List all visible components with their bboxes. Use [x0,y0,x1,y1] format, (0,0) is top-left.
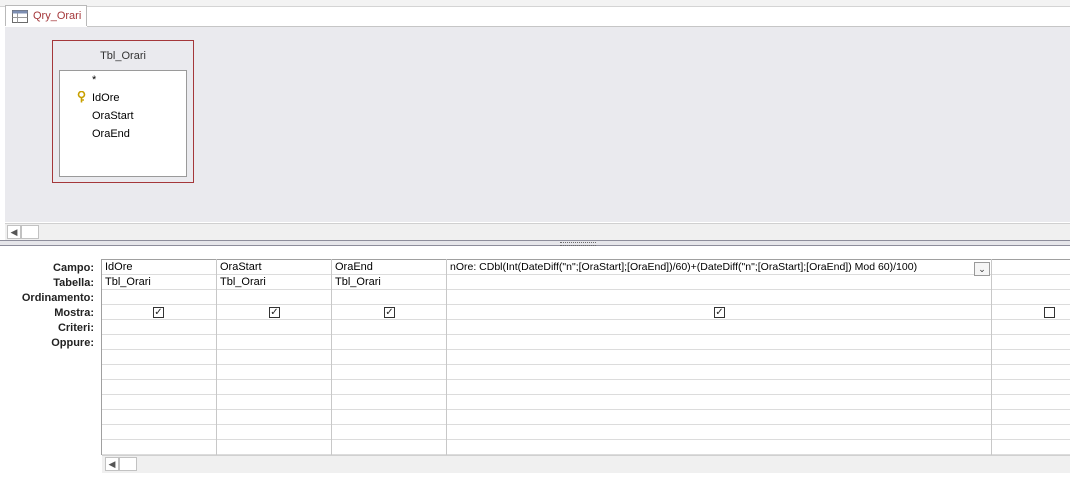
column-divider[interactable] [331,259,332,455]
grid-line [102,379,1070,380]
field-cell[interactable]: OraEnd [335,261,373,273]
tab-label: Qry_Orari [33,10,82,22]
row-label-campo: Campo: [53,262,94,274]
field-item-all[interactable]: * [92,74,96,86]
primary-key-icon [77,90,86,106]
field-item-orastart[interactable]: OraStart [92,110,134,122]
field-item-oraend[interactable]: OraEnd [92,128,130,140]
field-cell[interactable]: OraStart [220,261,262,273]
chevron-down-icon[interactable]: ⌄ [974,262,990,276]
grid-line [102,409,1070,410]
column-divider[interactable] [216,259,217,455]
design-pane-scrollbar[interactable]: ◀ [5,223,1070,241]
show-checkbox[interactable]: ✓ [153,307,164,318]
splitter-grip-icon[interactable] [560,242,596,246]
field-item-idore[interactable]: IdOre [92,92,120,104]
table-cell[interactable]: Tbl_Orari [335,276,381,288]
scroll-left-icon[interactable]: ◀ [105,457,119,471]
show-checkbox[interactable]: ✓ [269,307,280,318]
query-icon [12,10,28,26]
grid-line [102,394,1070,395]
grid-line [102,289,1070,290]
pane-splitter[interactable] [0,240,1070,246]
query-design-grid[interactable]: IdOre Tbl_Orari ✓ OraStart Tbl_Orari ✓ O… [101,259,1070,455]
show-checkbox[interactable]: ✓ [384,307,395,318]
column-divider[interactable] [446,259,447,455]
expression-field-cell[interactable]: nOre: CDbl(Int(DateDiff("n";[OraStart];[… [450,261,917,273]
grid-line [102,319,1070,320]
table-cell[interactable]: Tbl_Orari [105,276,151,288]
grid-line [102,259,1070,260]
grid-line [102,334,1070,335]
table-title[interactable]: Tbl_Orari [53,50,193,62]
grid-line [102,274,1070,275]
scroll-thumb[interactable] [119,457,137,471]
row-label-ordinamento: Ordinamento: [21,292,94,304]
row-label-tabella: Tabella: [53,277,94,289]
column-divider[interactable] [991,259,992,455]
grid-line [102,349,1070,350]
row-label-criteri: Criteri: [57,322,94,334]
scroll-left-icon[interactable]: ◀ [7,225,21,239]
field-cell[interactable]: IdOre [105,261,133,273]
grid-scrollbar[interactable]: ◀ [102,455,1070,473]
table-field-list[interactable]: Tbl_Orari * IdOre OraStart OraEnd [52,40,194,183]
grid-line [102,304,1070,305]
show-checkbox[interactable] [1044,307,1055,318]
row-label-mostra: Mostra: [54,307,94,319]
scroll-thumb[interactable] [21,225,39,239]
show-checkbox[interactable]: ✓ [714,307,725,318]
window-top-strip [0,0,1070,7]
table-cell[interactable]: Tbl_Orari [220,276,266,288]
grid-line [102,439,1070,440]
grid-line [102,424,1070,425]
field-list[interactable]: * IdOre OraStart OraEnd [59,70,187,177]
row-label-oppure: Oppure: [51,337,94,349]
tab-qry-orari[interactable]: Qry_Orari [5,5,87,26]
grid-line [102,364,1070,365]
